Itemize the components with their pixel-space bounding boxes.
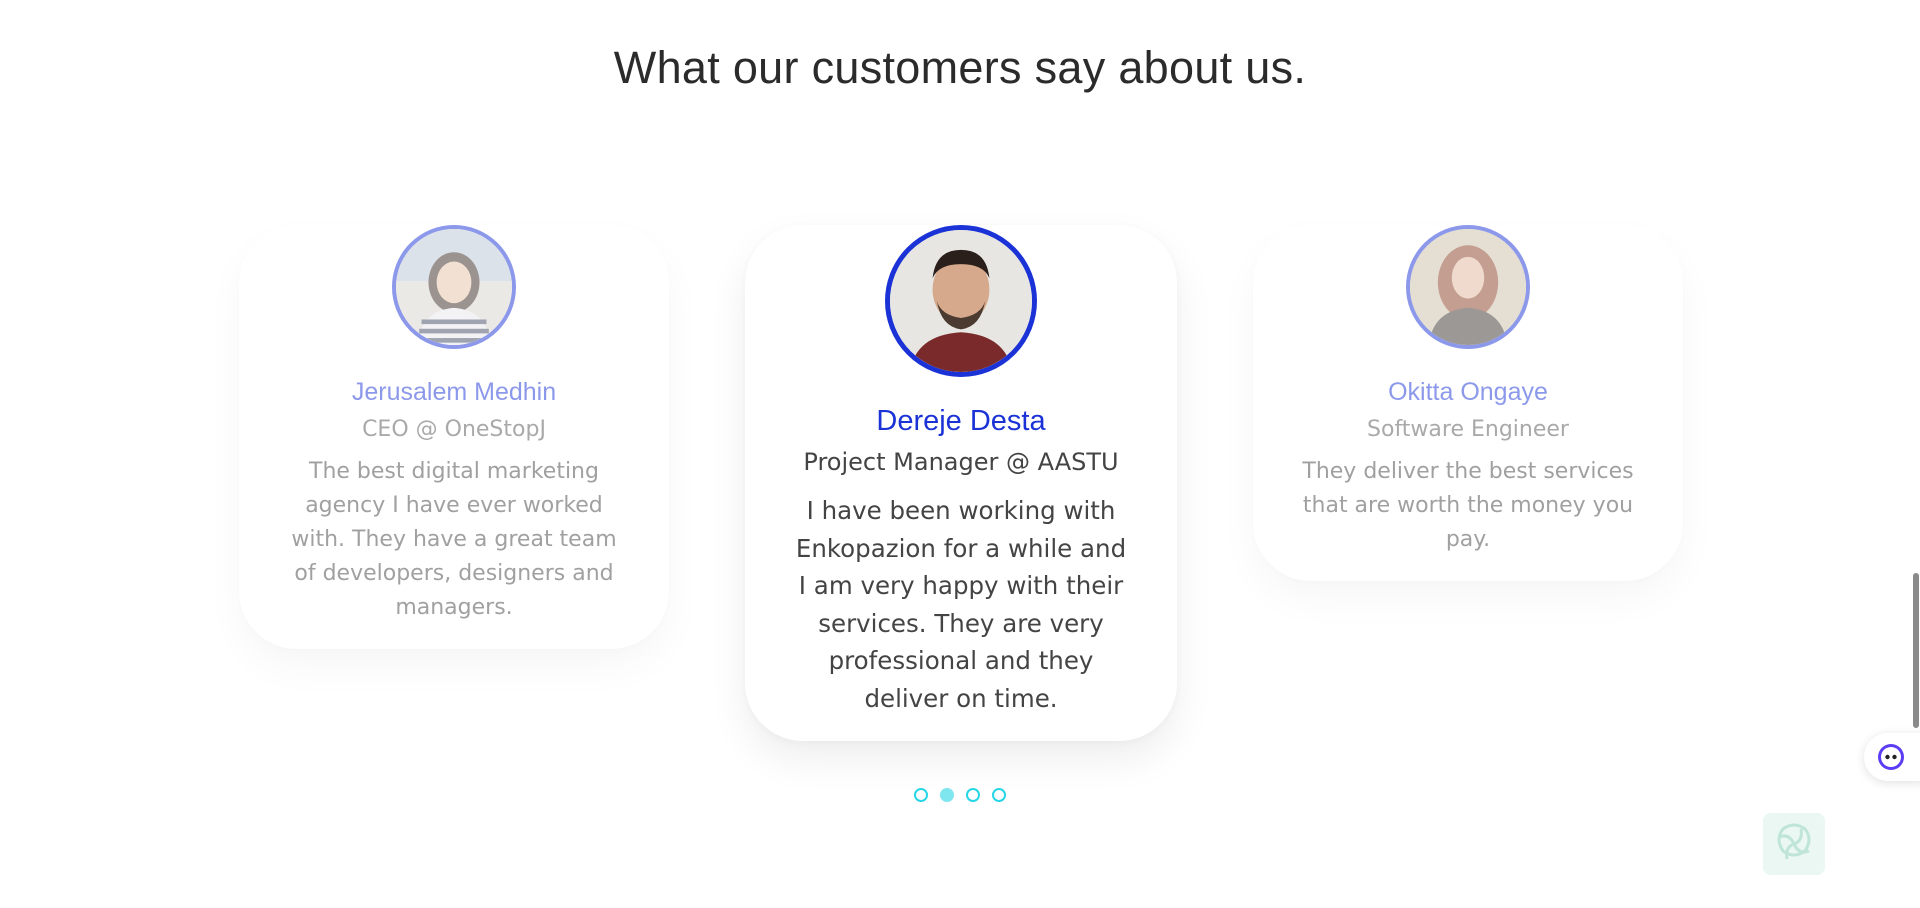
avatar — [1406, 225, 1530, 349]
testimonial-name: Jerusalem Medhin — [351, 378, 557, 406]
assistant-icon — [1878, 744, 1904, 770]
testimonial-role: Project Manager @ AASTU — [803, 448, 1119, 476]
carousel-dot-active[interactable] — [940, 788, 954, 802]
carousel-dot[interactable] — [914, 788, 928, 802]
testimonial-quote: The best digital marketing agency I have… — [291, 459, 617, 620]
carousel-dot[interactable] — [992, 788, 1006, 802]
knot-logo-icon — [1777, 823, 1811, 860]
testimonial-card[interactable]: Okitta Ongaye Software Engineer They del… — [1253, 225, 1683, 581]
scrollbar[interactable] — [1912, 0, 1920, 908]
testimonial-card[interactable]: Jerusalem Medhin CEO @ OneStopJ The best… — [239, 225, 669, 649]
scrollbar-thumb[interactable] — [1913, 573, 1919, 728]
testimonial-role: CEO @ OneStopJ — [362, 417, 546, 442]
carousel-dot[interactable] — [966, 788, 980, 802]
testimonial-quote: They deliver the best services that are … — [1302, 459, 1634, 552]
corner-logo — [1763, 813, 1825, 875]
testimonial-card-active[interactable]: Dereje Desta Project Manager @ AASTU I h… — [745, 225, 1177, 741]
testimonial-name: Dereje Desta — [876, 405, 1046, 437]
testimonials-section: What our customers say about us. Jerusal… — [0, 0, 1920, 908]
avatar — [392, 225, 516, 349]
avatar — [885, 225, 1037, 377]
testimonial-quote: I have been working with Enkopazion for … — [795, 496, 1127, 713]
section-title: What our customers say about us. — [613, 42, 1307, 93]
testimonial-name: Okitta Ongaye — [1388, 378, 1548, 406]
testimonial-role: Software Engineer — [1367, 417, 1569, 442]
carousel-pagination — [914, 788, 1006, 802]
